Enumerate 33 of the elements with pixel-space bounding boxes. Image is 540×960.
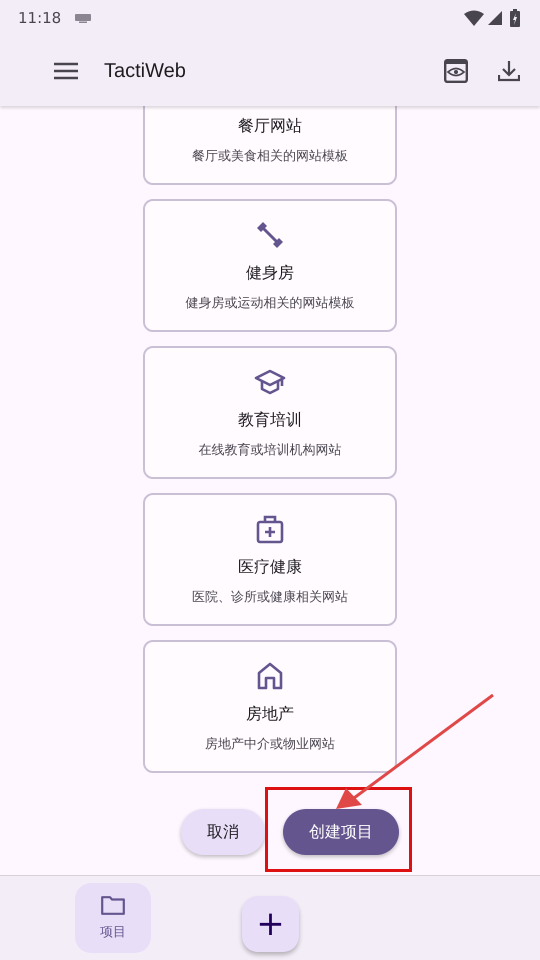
template-card[interactable]: 餐厅网站 餐厅或美食相关的网站模板: [143, 106, 397, 185]
cancel-button[interactable]: 取消: [181, 809, 265, 855]
preview-button[interactable]: [444, 59, 468, 83]
template-title: 医疗健康: [238, 557, 302, 578]
keyboard-icon: [75, 14, 92, 22]
nav-item[interactable]: 项目: [75, 883, 151, 953]
template-card[interactable]: 房地产 房地产中介或物业网站: [143, 640, 397, 773]
menu-icon: [54, 62, 78, 80]
download-icon: [498, 60, 520, 82]
menu-button[interactable]: [54, 62, 78, 80]
template-description: 餐厅或美食相关的网站模板: [192, 148, 348, 165]
download-button[interactable]: [498, 60, 520, 82]
medical-icon: [254, 513, 286, 545]
create-project-button[interactable]: 创建项目: [283, 809, 399, 855]
template-title: 健身房: [246, 263, 294, 284]
template-title: 房地产: [246, 704, 294, 725]
status-time: 11:18: [18, 9, 62, 27]
template-card[interactable]: 医疗健康 医院、诊所或健康相关网站: [143, 493, 397, 626]
add-button[interactable]: +: [242, 896, 299, 952]
template-title: 餐厅网站: [238, 116, 302, 137]
signal-icon: [488, 11, 502, 25]
template-description: 医院、诊所或健康相关网站: [192, 589, 348, 606]
template-title: 教育培训: [238, 410, 302, 431]
folder-icon: [101, 895, 125, 915]
battery-icon: [510, 9, 520, 27]
wifi-icon: [464, 10, 484, 26]
app-title: TactiWeb: [104, 60, 187, 82]
eye-icon: [444, 59, 468, 83]
template-description: 健身房或运动相关的网站模板: [186, 295, 354, 312]
template-card[interactable]: 教育培训 在线教育或培训机构网站: [143, 346, 397, 479]
template-description: 房地产中介或物业网站: [205, 736, 335, 753]
template-card[interactable]: 健身房 健身房或运动相关的网站模板: [143, 199, 397, 332]
template-description: 在线教育或培训机构网站: [198, 442, 342, 459]
